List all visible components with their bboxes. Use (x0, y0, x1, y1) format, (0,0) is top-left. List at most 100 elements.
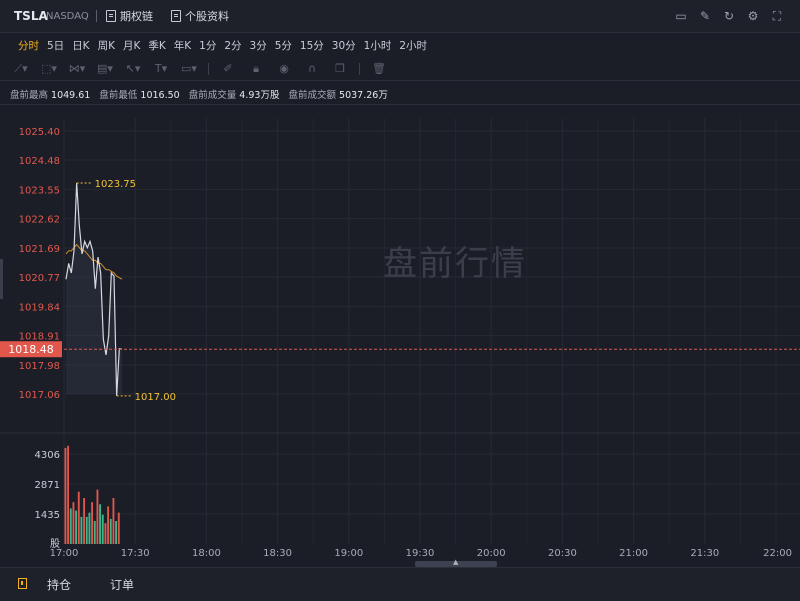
volume-bar (99, 504, 102, 544)
volume-bar (96, 489, 99, 544)
copy-icon[interactable]: ❐ (331, 62, 349, 76)
lock-icon[interactable]: 🔒︎ (247, 62, 265, 76)
time-tick-label: 20:00 (477, 548, 506, 559)
text-tool-icon[interactable]: T▾ (152, 62, 170, 76)
rect-tool-icon[interactable]: ⬚▾ (40, 62, 58, 76)
refresh-icon[interactable]: ↻ (722, 9, 736, 23)
period-tab[interactable]: 2小时 (395, 38, 431, 54)
price-tick-label: 1018.91 (19, 332, 60, 343)
volume-bar (77, 491, 80, 544)
volume-bar (88, 512, 91, 544)
turnover-label: 盘前成交额 (288, 90, 336, 101)
premarket-stats: 盘前最高 1049.61 盘前最低 1016.50 盘前成交量 4.93万股 盘… (10, 87, 394, 101)
volume-bar (101, 514, 104, 544)
period-tab[interactable]: 5日 (43, 38, 68, 54)
toolbar-divider (359, 63, 360, 75)
period-tab[interactable]: 周K (94, 38, 119, 54)
time-tick-label: 22:00 (763, 548, 792, 559)
fib-tool-icon[interactable]: ▤▾ (96, 62, 114, 76)
intraday-chart[interactable]: 1025.40 1024.48 1023.55 1022.62 1021.69 1020.… (0, 105, 800, 567)
low-value: 1016.50 (140, 90, 180, 101)
period-tab[interactable]: 15分 (296, 38, 328, 54)
period-tab[interactable]: 2分 (220, 38, 245, 54)
volume-bar (112, 498, 115, 544)
brush-icon[interactable]: ✐ (219, 62, 237, 76)
trash-icon[interactable]: 🗑︎ (370, 62, 388, 76)
time-tick-label: 18:00 (192, 548, 221, 559)
period-tab[interactable]: 5分 (271, 38, 296, 54)
stock-profile-label: 个股资料 (185, 10, 229, 23)
time-tick-label: 18:30 (263, 548, 292, 559)
panel-toggle-icon[interactable] (18, 578, 27, 589)
watermark: 盘前行情 (383, 244, 527, 284)
volume-bar (75, 510, 78, 544)
tab-orders[interactable]: 订单 (110, 576, 134, 593)
side-panel-handle[interactable] (0, 259, 3, 299)
volume-bar (91, 502, 94, 544)
period-tab[interactable]: 3分 (246, 38, 271, 54)
period-tab[interactable]: 季K (144, 38, 169, 54)
turnover-value: 5037.26万 (339, 90, 388, 101)
low-label: 盘前最低 (99, 90, 138, 101)
volume-tick-label: 1435 (35, 510, 60, 521)
time-tick-label: 17:30 (121, 548, 150, 559)
chevron-up-icon: ▲ (453, 558, 459, 566)
price-tick-label: 1022.62 (19, 215, 60, 226)
document-icon (171, 10, 181, 22)
volume-bar (80, 516, 83, 544)
toolbar-divider (208, 63, 209, 75)
period-tab[interactable]: 1小时 (360, 38, 396, 54)
volume-bar (64, 447, 67, 544)
period-tab[interactable]: 月K (119, 38, 144, 54)
price-tick-label: 1024.48 (19, 156, 60, 167)
stock-profile-button[interactable]: 个股资料 (171, 8, 229, 24)
volume-bar (117, 512, 120, 544)
document-icon (106, 10, 116, 22)
tab-positions[interactable]: 持仓 (47, 576, 71, 593)
gear-icon[interactable]: ⚙ (746, 9, 760, 23)
line-tool-icon[interactable]: ⟋▾ (12, 62, 30, 76)
period-tab[interactable]: 30分 (328, 38, 360, 54)
cursor-tool-icon[interactable]: ↖▾ (124, 62, 142, 76)
fullscreen-icon[interactable]: ⛶ (770, 9, 784, 23)
volume-bar (115, 521, 118, 544)
divider (0, 80, 800, 81)
low-callout-label: 1017.00 (135, 392, 176, 403)
time-tick-label: 21:00 (619, 548, 648, 559)
volume-bar (69, 508, 72, 544)
options-chain-button[interactable]: 期权链 (106, 8, 153, 24)
time-tick-label: 19:00 (334, 548, 363, 559)
volume-bar (104, 523, 107, 544)
price-area (66, 183, 122, 396)
time-tick-label: 20:30 (548, 548, 577, 559)
time-tick-label: 17:00 (50, 548, 79, 559)
price-tick-label: 1017.06 (19, 390, 60, 401)
time-tick-label: 19:30 (406, 548, 435, 559)
period-tab[interactable]: 1分 (195, 38, 220, 54)
period-selector: 分时 5日 日K 周K 月K 季K 年K 1分 2分 3分 5分 15分 30分 1小时 2小时 (14, 38, 431, 54)
current-price-label: 1018.48 (8, 343, 54, 356)
volume-bar (72, 502, 75, 544)
period-tab[interactable]: 分时 (14, 38, 43, 54)
period-tab[interactable]: 年K (170, 38, 195, 54)
volume-value: 4.93万股 (239, 90, 280, 101)
pattern-tool-icon[interactable]: ⋈▾ (68, 62, 86, 76)
volume-bar (85, 516, 88, 544)
header-divider (96, 10, 97, 22)
time-tick-label: 21:30 (690, 548, 719, 559)
price-tick-label: 1020.77 (19, 273, 60, 284)
volume-bar (109, 518, 112, 544)
ticker-symbol[interactable]: TSLA (14, 9, 48, 23)
eye-icon[interactable]: ◉ (275, 62, 293, 76)
period-tab[interactable]: 日K (68, 38, 93, 54)
drawing-toolbar: ⟋▾ ⬚▾ ⋈▾ ▤▾ ↖▾ T▾ ▭▾ ✐ 🔒︎ ◉ ∩ ❐ 🗑︎ (12, 62, 388, 76)
volume-tick-label: 2871 (35, 480, 60, 491)
edit-icon[interactable]: ✎ (698, 9, 712, 23)
high-label: 盘前最高 (10, 90, 49, 101)
ruler-tool-icon[interactable]: ▭▾ (180, 62, 198, 76)
exchange-label: NASDAQ (46, 11, 89, 22)
chart-settings-icon[interactable]: ▭ (674, 9, 688, 23)
high-callout-label: 1023.75 (95, 179, 136, 190)
magnet-icon[interactable]: ∩ (303, 62, 321, 76)
price-tick-label: 1025.40 (19, 127, 60, 138)
